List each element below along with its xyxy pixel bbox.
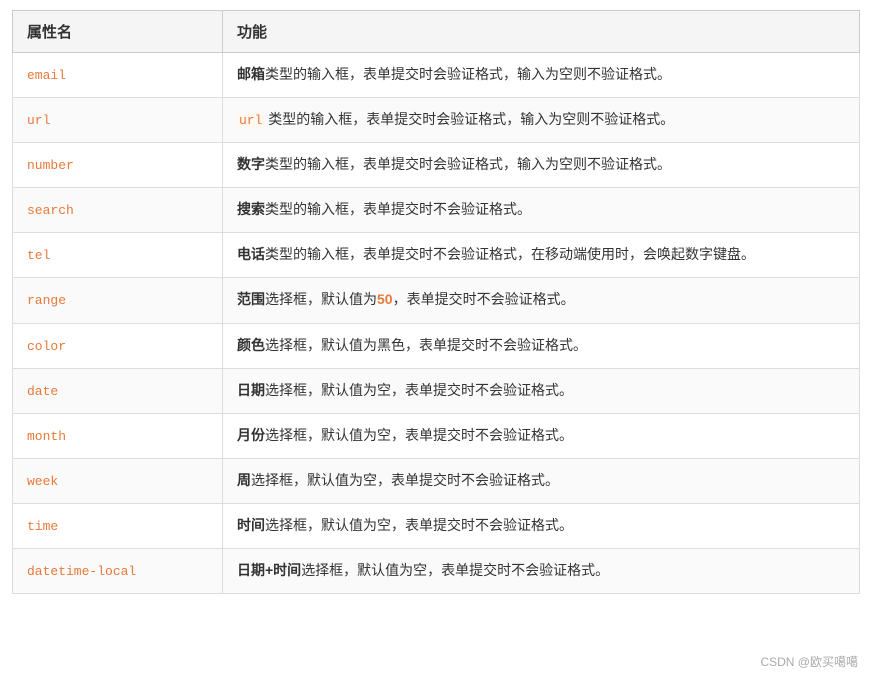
- func-bold-text: 邮箱: [237, 66, 265, 82]
- attr-name-label: range: [27, 293, 66, 308]
- attr-cell: month: [13, 413, 223, 458]
- watermark: CSDN @欧买噶噶: [760, 653, 858, 670]
- table-row: datetime-local 日期+时间选择框，默认值为空，表单提交时不会验证格式…: [13, 549, 860, 594]
- attr-name-label: number: [27, 158, 74, 173]
- func-cell: 电话类型的输入框，表单提交时不会验证格式，在移动端使用时，会唤起数字键盘。: [223, 233, 860, 278]
- attr-cell: url: [13, 98, 223, 143]
- func-code-text: url: [237, 113, 264, 128]
- attr-name-label: time: [27, 519, 58, 534]
- func-bold-text: 时间: [237, 517, 265, 533]
- func-cell: 颜色选择框，默认值为黑色，表单提交时不会验证格式。: [223, 323, 860, 368]
- attr-name-label: datetime-local: [27, 564, 136, 579]
- table-row: time 时间选择框，默认值为空，表单提交时不会验证格式。: [13, 503, 860, 548]
- table-row: tel 电话类型的输入框，表单提交时不会验证格式，在移动端使用时，会唤起数字键盘。: [13, 233, 860, 278]
- func-bold-text: 月份: [237, 427, 265, 443]
- table-row: month 月份选择框，默认值为空，表单提交时不会验证格式。: [13, 413, 860, 458]
- attr-name-label: month: [27, 429, 66, 444]
- func-bold-text: 搜索: [237, 201, 265, 217]
- attr-name-label: email: [27, 68, 66, 83]
- col-header-func: 功能: [223, 11, 860, 53]
- attr-name-label: week: [27, 474, 58, 489]
- func-bold-text: 范围: [237, 291, 265, 307]
- table-row: week 周选择框，默认值为空，表单提交时不会验证格式。: [13, 458, 860, 503]
- table-row: date 日期选择框，默认值为空，表单提交时不会验证格式。: [13, 368, 860, 413]
- func-cell: 周选择框，默认值为空，表单提交时不会验证格式。: [223, 458, 860, 503]
- func-cell: 时间选择框，默认值为空，表单提交时不会验证格式。: [223, 503, 860, 548]
- attr-cell: week: [13, 458, 223, 503]
- table-header-row: 属性名 功能: [13, 11, 860, 53]
- func-cell: 数字类型的输入框，表单提交时会验证格式，输入为空则不验证格式。: [223, 143, 860, 188]
- col-header-attr: 属性名: [13, 11, 223, 53]
- attr-cell: search: [13, 188, 223, 233]
- attr-name-label: date: [27, 384, 58, 399]
- table-row: number 数字类型的输入框，表单提交时会验证格式，输入为空则不验证格式。: [13, 143, 860, 188]
- func-cell: 范围选择框，默认值为50，表单提交时不会验证格式。: [223, 278, 860, 323]
- func-bold-text: 日期: [237, 382, 265, 398]
- attr-name-label: url: [27, 113, 50, 128]
- attr-cell: number: [13, 143, 223, 188]
- attr-cell: time: [13, 503, 223, 548]
- table-row: search 搜索类型的输入框，表单提交时不会验证格式。: [13, 188, 860, 233]
- attributes-table: 属性名 功能 email 邮箱类型的输入框，表单提交时会验证格式，输入为空则不验证…: [12, 10, 860, 594]
- table-row: email 邮箱类型的输入框，表单提交时会验证格式，输入为空则不验证格式。: [13, 53, 860, 98]
- attr-name-label: color: [27, 339, 66, 354]
- func-cell: 邮箱类型的输入框，表单提交时会验证格式，输入为空则不验证格式。: [223, 53, 860, 98]
- func-cell: 搜索类型的输入框，表单提交时不会验证格式。: [223, 188, 860, 233]
- func-bold-text: 颜色: [237, 337, 265, 353]
- func-cell: 日期+时间选择框，默认值为空，表单提交时不会验证格式。: [223, 549, 860, 594]
- table-row: color 颜色选择框，默认值为黑色，表单提交时不会验证格式。: [13, 323, 860, 368]
- attr-cell: color: [13, 323, 223, 368]
- attr-name-label: search: [27, 203, 74, 218]
- attr-cell: date: [13, 368, 223, 413]
- attr-cell: datetime-local: [13, 549, 223, 594]
- func-num-text: 50: [377, 291, 393, 307]
- func-cell: 月份选择框，默认值为空，表单提交时不会验证格式。: [223, 413, 860, 458]
- func-cell: 日期选择框，默认值为空，表单提交时不会验证格式。: [223, 368, 860, 413]
- func-cell: url 类型的输入框，表单提交时会验证格式，输入为空则不验证格式。: [223, 98, 860, 143]
- func-bold-text: 日期+时间: [237, 562, 301, 578]
- func-bold-text: 周: [237, 472, 251, 488]
- table-row: urlurl 类型的输入框，表单提交时会验证格式，输入为空则不验证格式。: [13, 98, 860, 143]
- attr-name-label: tel: [27, 248, 50, 263]
- table-row: range 范围选择框，默认值为50，表单提交时不会验证格式。: [13, 278, 860, 323]
- func-bold-text: 电话: [237, 246, 265, 262]
- main-container: 属性名 功能 email 邮箱类型的输入框，表单提交时会验证格式，输入为空则不验证…: [0, 0, 872, 678]
- attr-cell: range: [13, 278, 223, 323]
- func-bold-text: 数字: [237, 156, 265, 172]
- attr-cell: email: [13, 53, 223, 98]
- attr-cell: tel: [13, 233, 223, 278]
